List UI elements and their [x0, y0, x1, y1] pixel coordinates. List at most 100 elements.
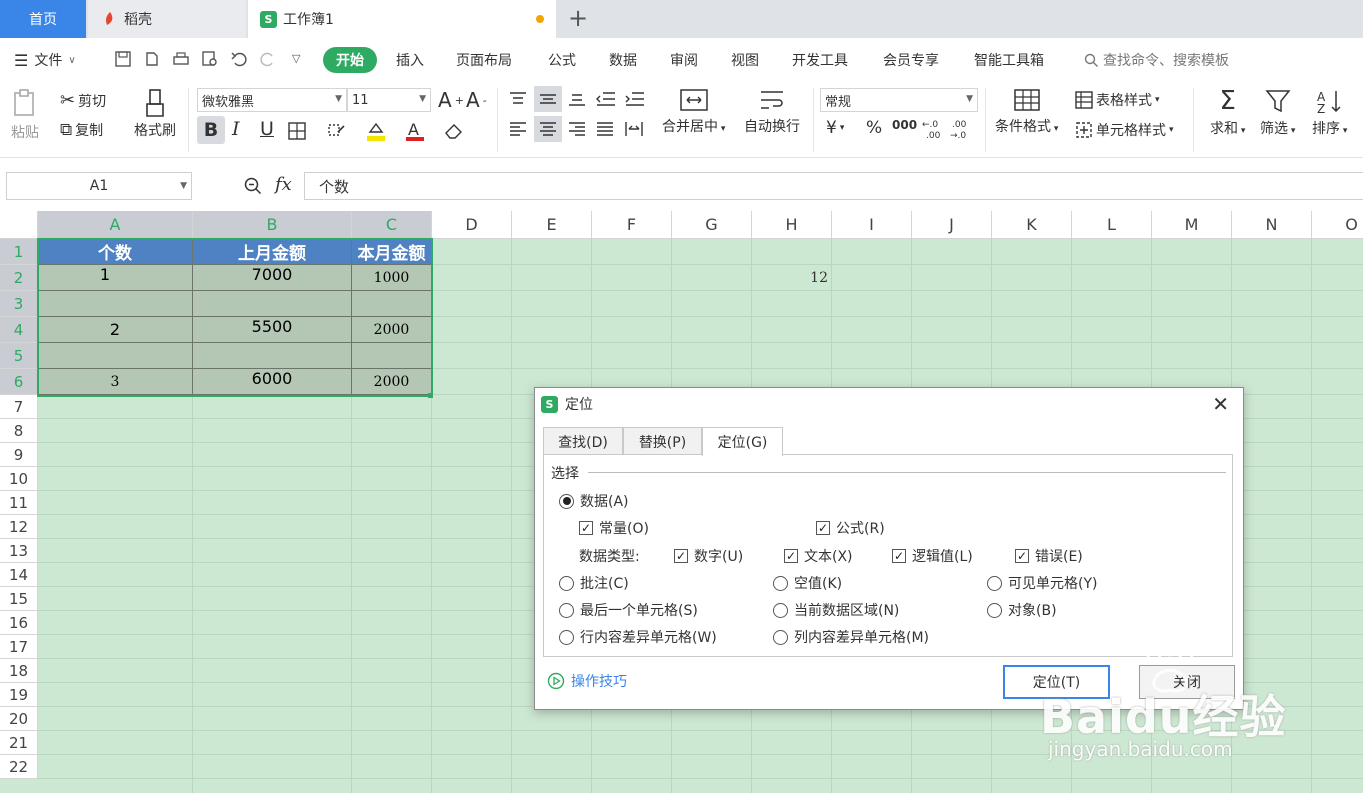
column-header-a[interactable]: A — [38, 211, 193, 239]
cell-b2[interactable]: 7000 — [193, 265, 352, 291]
cell-c6[interactable]: 2000 — [352, 369, 432, 395]
cell-c2[interactable]: 1000 — [352, 265, 432, 291]
copy-button[interactable]: ⧉ 复制 — [60, 120, 103, 140]
percent-button[interactable]: % — [866, 118, 882, 138]
align-middle-icon[interactable] — [534, 86, 562, 112]
redo-icon[interactable] — [259, 50, 277, 68]
menu-data[interactable]: 数据 — [609, 50, 637, 70]
grow-font-button[interactable]: A + — [438, 88, 464, 112]
cell-c5[interactable] — [352, 343, 432, 369]
row-header-13[interactable]: 13 — [0, 539, 38, 563]
menu-developer[interactable]: 开发工具 — [792, 50, 848, 70]
menu-page-layout[interactable]: 页面布局 — [456, 50, 512, 70]
cell-a3[interactable] — [38, 291, 193, 317]
select-all-corner[interactable] — [0, 211, 38, 239]
decrease-decimal-icon[interactable]: .00→.0 — [950, 118, 974, 140]
row-header-1[interactable]: 1 — [0, 239, 38, 265]
cell-c1[interactable]: 本月金额 — [352, 239, 432, 265]
check-number[interactable]: ✓ 数字(U) — [674, 546, 743, 566]
row-header-18[interactable]: 18 — [0, 659, 38, 683]
cell-b4[interactable]: 5500 — [193, 317, 352, 343]
export-icon[interactable] — [143, 50, 161, 68]
undo-icon[interactable] — [230, 50, 248, 68]
row-header-2[interactable]: 2 — [0, 265, 38, 291]
cell-h2[interactable]: 12 — [752, 265, 832, 291]
cell-a6[interactable]: 3 — [38, 369, 193, 395]
borders-icon[interactable] — [288, 122, 306, 140]
column-header-f[interactable]: F — [592, 211, 672, 239]
check-text[interactable]: ✓ 文本(X) — [784, 546, 853, 566]
row-header-15[interactable]: 15 — [0, 587, 38, 611]
column-header-o[interactable]: O — [1312, 211, 1363, 239]
zoom-search-icon[interactable] — [244, 177, 262, 195]
column-header-h[interactable]: H — [752, 211, 832, 239]
radio-object[interactable]: 对象(B) — [987, 600, 1057, 620]
row-header-19[interactable]: 19 — [0, 683, 38, 707]
tab-daoke[interactable]: 稻壳 — [88, 0, 246, 38]
row-header-16[interactable]: 16 — [0, 611, 38, 635]
cell-a1[interactable]: 个数 — [38, 239, 193, 265]
quick-access-dropdown-icon[interactable]: ▽ — [292, 52, 300, 65]
cell-b3[interactable] — [193, 291, 352, 317]
tab-goto[interactable]: 定位(G) — [702, 427, 783, 456]
check-logical[interactable]: ✓ 逻辑值(L) — [892, 546, 973, 566]
menu-smart-tools[interactable]: 智能工具箱 — [974, 50, 1044, 70]
function-icon[interactable]: fx — [275, 174, 292, 195]
column-header-j[interactable]: J — [912, 211, 992, 239]
row-header-17[interactable]: 17 — [0, 635, 38, 659]
justify-icon[interactable] — [595, 120, 615, 138]
menu-view[interactable]: 视图 — [731, 50, 759, 70]
check-error[interactable]: ✓ 错误(E) — [1015, 546, 1083, 566]
cut-button[interactable]: ✂ 剪切 — [60, 90, 106, 111]
row-header-5[interactable]: 5 — [0, 343, 38, 369]
font-size-select[interactable]: 11 ▼ — [347, 88, 431, 112]
eraser-icon[interactable] — [444, 122, 466, 140]
tab-workbook[interactable]: S 工作簿1 — [248, 0, 556, 38]
close-icon[interactable]: ✕ — [1212, 392, 1229, 416]
row-header-9[interactable]: 9 — [0, 443, 38, 467]
save-icon[interactable] — [114, 50, 132, 68]
print-icon[interactable] — [172, 50, 190, 68]
menu-review[interactable]: 审阅 — [670, 50, 698, 70]
radio-comment[interactable]: 批注(C) — [559, 573, 629, 593]
menu-insert[interactable]: 插入 — [396, 50, 424, 70]
radio-current-region[interactable]: 当前数据区域(N) — [773, 600, 899, 620]
table-style-button[interactable]: 表格样式 ▾ — [1075, 90, 1160, 110]
column-header-i[interactable]: I — [832, 211, 912, 239]
tab-find[interactable]: 查找(D) — [543, 427, 623, 455]
row-header-4[interactable]: 4 — [0, 317, 38, 343]
radio-data[interactable]: 数据(A) — [559, 491, 629, 511]
bold-button[interactable]: B — [197, 116, 225, 144]
font-color-icon[interactable]: A — [405, 120, 425, 142]
column-header-d[interactable]: D — [432, 211, 512, 239]
radio-row-diff[interactable]: 行内容差异单元格(W) — [559, 627, 717, 647]
conditional-format-button[interactable]: 条件格式 ▾ — [995, 88, 1058, 136]
command-search[interactable]: 查找命令、搜索模板 — [1084, 50, 1229, 70]
fill-handle[interactable] — [428, 393, 433, 398]
tips-link[interactable]: 操作技巧 — [547, 671, 627, 691]
column-header-e[interactable]: E — [512, 211, 592, 239]
file-menu[interactable]: ☰ 文件 ∨ — [14, 50, 76, 70]
align-left-icon[interactable] — [508, 120, 528, 138]
increase-indent-icon[interactable] — [624, 90, 646, 108]
name-box[interactable]: A1 ▼ — [6, 172, 192, 200]
menu-member[interactable]: 会员专享 — [883, 50, 939, 70]
align-top-icon[interactable] — [508, 90, 528, 108]
cell-c3[interactable] — [352, 291, 432, 317]
tab-home[interactable]: 首页 — [0, 0, 86, 38]
distributed-icon[interactable] — [624, 120, 644, 138]
align-center-icon[interactable] — [534, 116, 562, 142]
currency-button[interactable]: ¥ ▾ — [826, 118, 844, 138]
column-header-k[interactable]: K — [992, 211, 1072, 239]
increase-decimal-icon[interactable]: ←.0.00 — [922, 118, 946, 140]
radio-visible-cells[interactable]: 可见单元格(Y) — [987, 573, 1097, 593]
fill-style-icon[interactable] — [326, 122, 346, 140]
row-header-20[interactable]: 20 — [0, 707, 38, 731]
row-header-10[interactable]: 10 — [0, 467, 38, 491]
row-header-8[interactable]: 8 — [0, 419, 38, 443]
align-right-icon[interactable] — [567, 120, 587, 138]
number-format-select[interactable]: 常规 ▼ — [820, 88, 978, 112]
row-header-21[interactable]: 21 — [0, 731, 38, 755]
row-header-7[interactable]: 7 — [0, 395, 38, 419]
cell-a4[interactable]: 2 — [38, 317, 193, 343]
